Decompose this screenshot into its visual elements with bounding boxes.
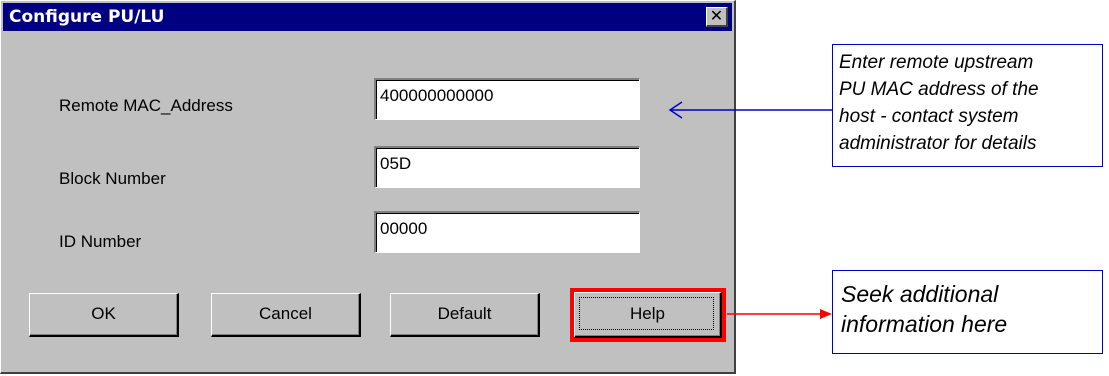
- callout-line: PU MAC address of the: [839, 79, 1039, 100]
- help-callout: Seek additional information here: [832, 270, 1103, 354]
- callout-line: information here: [841, 311, 1008, 337]
- mac-address-callout: Enter remote upstream PU MAC address of …: [832, 44, 1103, 167]
- help-arrow-head: [820, 309, 832, 319]
- callout-line: administrator for details: [839, 133, 1037, 154]
- mac-arrow: [668, 101, 832, 119]
- help-arrow: [727, 309, 832, 319]
- callout-line: host - contact system: [839, 106, 1019, 127]
- callout-line: Seek additional: [841, 281, 999, 307]
- callout-line: Enter remote upstream: [839, 52, 1034, 73]
